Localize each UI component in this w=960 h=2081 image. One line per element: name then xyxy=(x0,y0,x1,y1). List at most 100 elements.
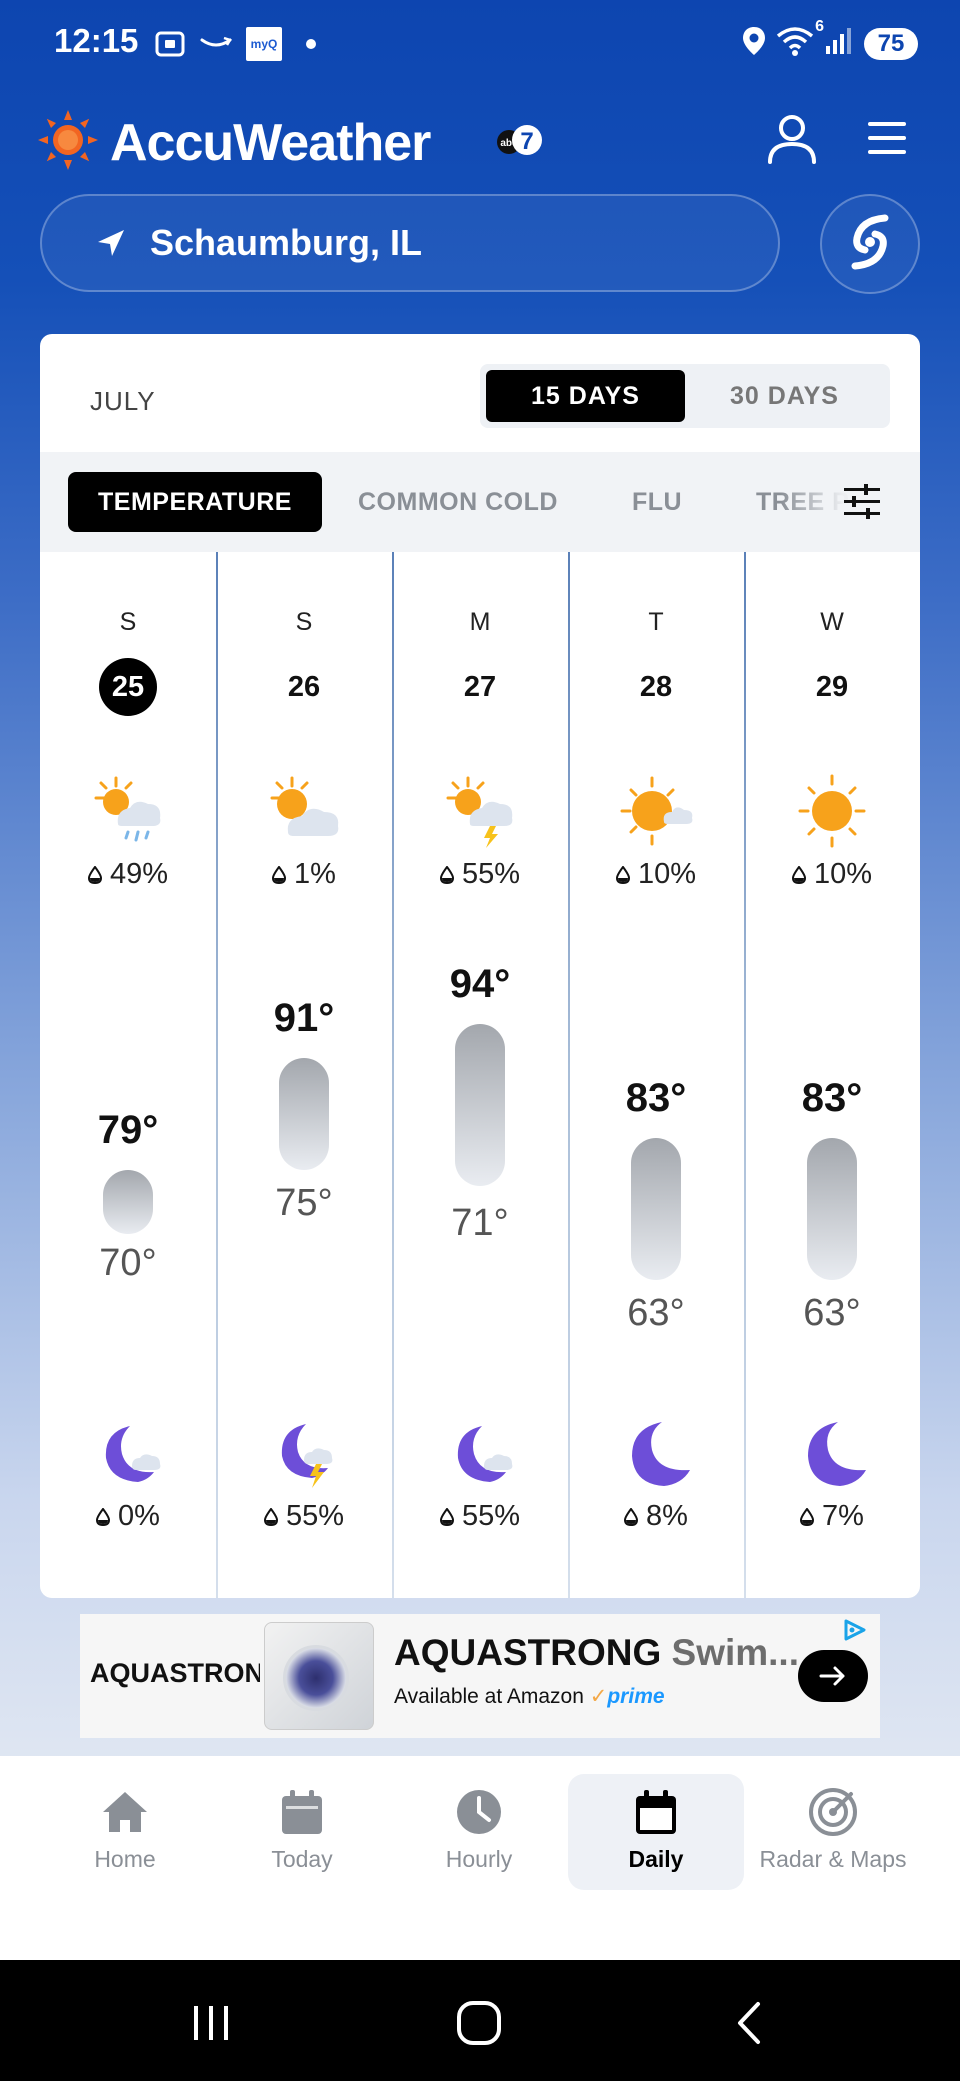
nav-label: Radar & Maps xyxy=(759,1846,907,1872)
raindrop-icon xyxy=(96,1507,111,1526)
svg-text:7: 7 xyxy=(520,128,533,155)
low-temp: 71° xyxy=(451,1202,509,1244)
network-type-label: 6 xyxy=(815,18,824,35)
amazon-icon xyxy=(200,29,232,59)
prime-label: prime xyxy=(607,1685,665,1708)
account-icon[interactable] xyxy=(762,108,822,168)
high-temp: 83° xyxy=(625,1076,687,1120)
app-header: AccuWeather abc 7 xyxy=(0,100,960,180)
back-icon[interactable] xyxy=(726,1998,776,2048)
night-precip: 8% xyxy=(568,1500,744,1533)
hurricane-button[interactable] xyxy=(820,194,920,294)
day-column[interactable]: S 25 49% 79° 70° 0% xyxy=(40,552,216,1598)
low-temp: 75° xyxy=(275,1182,333,1224)
myq-icon: myQ xyxy=(246,27,282,61)
date-number: 26 xyxy=(287,670,321,703)
day-column[interactable]: M 27 55% 94° 71° 55% xyxy=(392,552,568,1598)
day-column[interactable]: S 26 1% 91° 75° 55% xyxy=(216,552,392,1598)
night-precip: 7% xyxy=(744,1500,920,1533)
raindrop-icon xyxy=(439,1507,454,1526)
raindrop-icon xyxy=(272,865,287,884)
hurricane-icon xyxy=(845,214,895,275)
moon-icon xyxy=(616,1418,696,1492)
filter-sliders-icon[interactable] xyxy=(842,482,882,522)
night-precip-value: 7% xyxy=(822,1500,864,1532)
moon-cloud-icon xyxy=(88,1418,168,1492)
ad-brand-logo: AQUASTRONG xyxy=(90,1658,260,1688)
clock-icon xyxy=(457,1790,501,1834)
home-icon xyxy=(103,1792,147,1832)
status-bar: 12:15 myQ 6 75 xyxy=(0,0,960,88)
moon-cloud-lightning-icon xyxy=(264,1418,344,1492)
day-of-week: M xyxy=(469,608,491,636)
day-precip: 49% xyxy=(40,858,216,891)
low-temp: 63° xyxy=(627,1292,685,1334)
hamburger-menu-icon[interactable] xyxy=(862,114,912,162)
low-temp: 63° xyxy=(803,1292,861,1334)
temp-range-bar xyxy=(279,1058,329,1170)
tab-common-cold[interactable]: COMMON COLD xyxy=(358,472,558,532)
day-precip: 10% xyxy=(568,858,744,891)
nav-today[interactable]: Today xyxy=(214,1774,390,1890)
ad-product-image xyxy=(264,1622,374,1730)
calendar-icon xyxy=(282,1790,322,1834)
system-navigation-bar xyxy=(0,1960,960,2081)
day-precip-value: 49% xyxy=(109,858,169,890)
temp-range-bar xyxy=(807,1138,857,1280)
screenshot-icon xyxy=(154,29,186,59)
range-toggle: 15 DAYS 30 DAYS xyxy=(480,364,890,428)
raindrop-icon xyxy=(624,1507,639,1526)
sun-cloud-icon xyxy=(264,774,344,848)
ad-banner[interactable]: AQUASTRONG AQUASTRONG Swim... Available … xyxy=(80,1614,880,1738)
raindrop-icon xyxy=(87,865,102,884)
range-30-days-button[interactable]: 30 DAYS xyxy=(685,370,884,422)
home-button-icon[interactable] xyxy=(454,1998,504,2048)
battery-indicator: 75 xyxy=(864,27,918,60)
daily-forecast-card: JULY 15 DAYS 30 DAYS TEMPERATURE COMMON … xyxy=(40,334,920,1598)
location-search-bar[interactable]: Schaumburg, IL xyxy=(40,194,780,292)
day-precip: 1% xyxy=(216,858,392,891)
nav-home[interactable]: Home xyxy=(37,1774,213,1890)
ad-subtitle: Available at Amazon ✓prime xyxy=(394,1684,665,1709)
moon-cloud-icon xyxy=(440,1418,520,1492)
sun-icon xyxy=(792,774,872,848)
nav-hourly[interactable]: Hourly xyxy=(391,1774,567,1890)
date-number: 25 xyxy=(99,658,157,716)
high-temp: 91° xyxy=(273,996,335,1040)
tab-flu[interactable]: FLU xyxy=(632,472,682,532)
low-temp: 70° xyxy=(99,1242,157,1284)
raindrop-icon xyxy=(263,1507,278,1526)
ad-go-button[interactable] xyxy=(798,1650,868,1702)
accuweather-logo[interactable]: AccuWeather xyxy=(38,110,431,175)
abc7-partner-logo: abc 7 xyxy=(495,122,543,158)
nav-daily[interactable]: Daily xyxy=(568,1774,744,1890)
moon-icon xyxy=(792,1418,872,1492)
day-column[interactable]: T 28 10% 83° 63° 8% xyxy=(568,552,744,1598)
tab-temperature[interactable]: TEMPERATURE xyxy=(68,472,322,532)
temp-range-bar xyxy=(455,1024,505,1186)
night-precip: 55% xyxy=(392,1500,568,1533)
calendar-daily-icon xyxy=(636,1790,676,1834)
day-precip-value: 1% xyxy=(294,858,336,890)
sun-logo-icon xyxy=(38,110,98,175)
raindrop-icon xyxy=(800,1507,815,1526)
date-number: 27 xyxy=(463,670,497,703)
night-precip-value: 55% xyxy=(285,1500,345,1532)
night-precip: 0% xyxy=(40,1500,216,1533)
status-icons-left: myQ xyxy=(154,27,316,61)
radar-icon xyxy=(809,1788,857,1836)
nav-radar-maps[interactable]: Radar & Maps xyxy=(745,1774,921,1890)
date-number: 28 xyxy=(639,670,673,703)
recent-apps-icon[interactable] xyxy=(186,1998,236,2048)
day-columns: S 25 49% 79° 70° 0% S 26 1% 91° 75° 55% … xyxy=(40,552,920,1598)
adchoices-icon[interactable] xyxy=(842,1618,868,1642)
high-temp: 83° xyxy=(801,1076,863,1120)
ad-title-main: AQUASTRONG xyxy=(394,1632,662,1673)
location-arrow-icon xyxy=(94,226,128,260)
card-header: JULY 15 DAYS 30 DAYS xyxy=(40,334,920,452)
range-15-days-button[interactable]: 15 DAYS xyxy=(486,370,685,422)
date-number: 29 xyxy=(815,670,849,703)
day-column[interactable]: W 29 10% 83° 63° 7% xyxy=(744,552,920,1598)
day-of-week: S xyxy=(119,608,137,636)
night-precip-value: 8% xyxy=(646,1500,688,1532)
